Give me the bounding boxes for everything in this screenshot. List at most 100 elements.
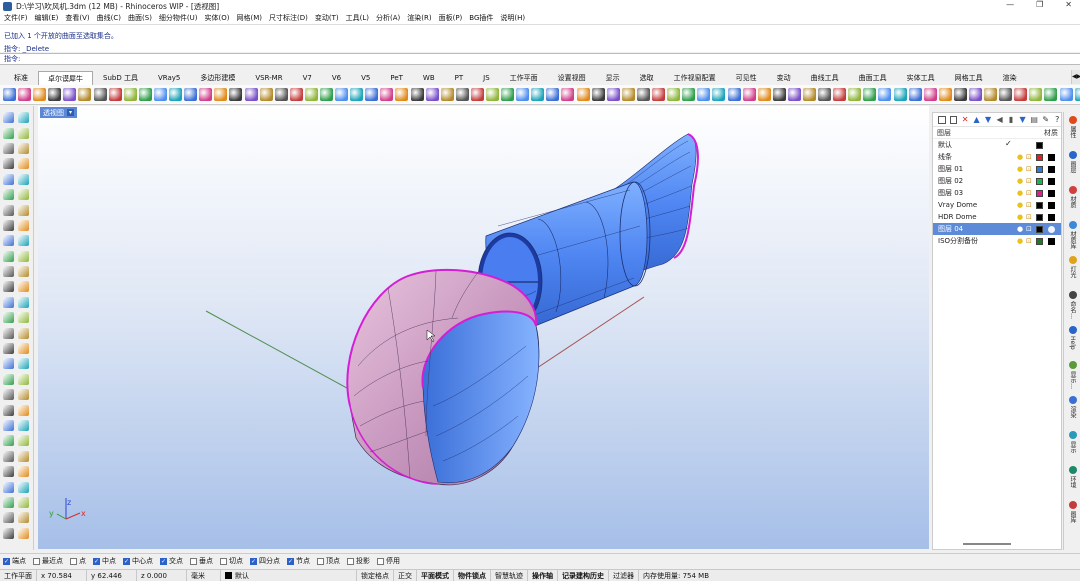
layer-material-swatch[interactable]	[1048, 190, 1055, 197]
osnap-option[interactable]: ✓ 中点	[93, 556, 116, 566]
toolbar-tab[interactable]: SubD 工具	[93, 71, 148, 85]
osnap-checkbox[interactable]	[317, 557, 324, 565]
restore-button[interactable]: ❐	[1036, 0, 1043, 9]
layer-row[interactable]: HDR Dome ● ⊡	[933, 211, 1061, 223]
toolbar-tool-icon[interactable]	[969, 88, 982, 101]
toolbar-tool-icon[interactable]	[425, 88, 439, 101]
status-layer[interactable]: 默认	[221, 569, 357, 581]
status-toggle[interactable]: 过滤器	[609, 569, 639, 581]
toolbar-tool-icon[interactable]	[108, 88, 122, 101]
toolbar-tool-icon[interactable]	[380, 88, 394, 101]
osnap-checkbox[interactable]	[70, 557, 77, 565]
menu-item[interactable]: 尺寸标注(D)	[269, 13, 308, 23]
layer-visibility-bulb-icon[interactable]: ●	[1017, 201, 1023, 209]
side-tool-icon[interactable]	[3, 112, 14, 124]
side-tool-icon[interactable]	[18, 512, 29, 524]
toolbar-tab[interactable]: 设置视图	[548, 71, 596, 85]
osnap-checkbox[interactable]	[377, 557, 384, 565]
toolbar-tool-icon[interactable]	[833, 88, 847, 101]
osnap-option[interactable]: 垂点	[190, 556, 213, 566]
side-tool-icon[interactable]	[3, 158, 14, 170]
side-tool-icon[interactable]	[18, 420, 29, 431]
toolbar-tool-icon[interactable]	[531, 88, 545, 101]
toolbar-tab[interactable]: 多边形建模	[190, 71, 245, 85]
side-tool-icon[interactable]	[18, 312, 29, 324]
side-tool-icon[interactable]	[3, 466, 14, 478]
status-toggle[interactable]: 智慧轨迹	[491, 569, 528, 581]
toolbar-tool-icon[interactable]	[863, 88, 877, 101]
layer-color-swatch[interactable]	[1036, 178, 1043, 185]
side-tool-icon[interactable]	[3, 496, 14, 508]
layer-material-swatch[interactable]	[1048, 214, 1055, 221]
side-tool-icon[interactable]	[3, 512, 14, 524]
new-layer-icon[interactable]	[938, 115, 946, 124]
toolbar-tab[interactable]: JS	[473, 71, 500, 85]
status-units[interactable]: 毫米	[187, 569, 221, 581]
side-tool-icon[interactable]	[3, 250, 14, 262]
side-tool-icon[interactable]	[18, 435, 29, 447]
menu-item[interactable]: 实体(O)	[205, 13, 230, 23]
layer-material-swatch[interactable]	[1048, 202, 1055, 209]
side-tool-icon[interactable]	[3, 173, 14, 185]
toolbar-tool-icon[interactable]	[138, 88, 152, 101]
toolbar-tool-icon[interactable]	[501, 88, 515, 101]
layer-row[interactable]: ISO分割备份 ● ⊡	[933, 235, 1061, 247]
toolbar-tool-icon[interactable]	[712, 88, 726, 101]
toolbar-tool-icon[interactable]	[772, 88, 786, 101]
side-tool-icon[interactable]	[18, 112, 29, 124]
layer-color-swatch[interactable]	[1036, 214, 1043, 221]
toolbar-tool-icon[interactable]	[365, 88, 379, 101]
toolbar-tool-icon[interactable]	[802, 88, 816, 101]
side-tool-icon[interactable]	[18, 173, 29, 185]
layer-color-swatch[interactable]	[1036, 238, 1043, 245]
panel-tab[interactable]: 材质	[1065, 186, 1080, 208]
toolbar-tool-icon[interactable]	[1059, 88, 1073, 101]
status-toggle[interactable]: 正交	[394, 569, 417, 581]
side-tool-icon[interactable]	[18, 496, 29, 508]
layer-tools-icon[interactable]: ▤	[1030, 115, 1038, 124]
layer-lock-icon[interactable]: ⊡	[1026, 153, 1032, 161]
side-tool-icon[interactable]	[18, 142, 29, 154]
toolbar-tab[interactable]: 变动	[767, 71, 801, 85]
menu-item[interactable]: 说明(H)	[500, 13, 525, 23]
panel-tab[interactable]: 命名…	[1065, 291, 1080, 319]
toolbar-tab[interactable]: 标准	[4, 71, 38, 85]
layer-visibility-bulb-icon[interactable]: ●	[1017, 189, 1023, 197]
layer-row[interactable]: 图层 02 ● ⊡	[933, 175, 1061, 187]
toolbar-tool-icon[interactable]	[727, 88, 741, 101]
side-tool-icon[interactable]	[3, 373, 14, 385]
osnap-checkbox[interactable]	[190, 557, 197, 565]
layer-lock-icon[interactable]: ⊡	[1026, 189, 1032, 197]
osnap-option[interactable]: ✓ 节点	[287, 556, 310, 566]
toolbar-tab[interactable]: 曲线工具	[801, 71, 849, 85]
toolbar-tool-icon[interactable]	[621, 88, 635, 101]
side-tool-icon[interactable]	[3, 481, 14, 493]
toolbar-tab[interactable]: PT	[445, 71, 474, 85]
toolbar-tab[interactable]: 曲面工具	[849, 71, 897, 85]
toolbar-tool-icon[interactable]	[3, 88, 16, 101]
toolbar-tool-icon[interactable]	[787, 88, 801, 101]
layer-row[interactable]: 线条 ● ⊡	[933, 151, 1061, 163]
toolbar-tool-icon[interactable]	[304, 88, 318, 101]
panel-tab[interactable]: 属性	[1065, 116, 1080, 138]
filter-icon[interactable]: ▼	[1019, 115, 1027, 124]
osnap-option[interactable]: 点	[70, 556, 86, 566]
toolbar-tool-icon[interactable]	[440, 88, 454, 101]
layer-material-swatch[interactable]	[1048, 154, 1055, 161]
toolbar-tool-icon[interactable]	[576, 88, 590, 101]
toolbar-tool-icon[interactable]	[244, 88, 258, 101]
toolbar-tab[interactable]: 工作视窗配置	[664, 71, 726, 85]
side-tool-icon[interactable]	[3, 312, 14, 324]
layer-row[interactable]: 图层 01 ● ⊡	[933, 163, 1061, 175]
side-tool-icon[interactable]	[18, 358, 29, 370]
toolbar-tool-icon[interactable]	[591, 88, 605, 101]
toolbar-tool-icon[interactable]	[486, 88, 499, 101]
side-tool-icon[interactable]	[18, 450, 29, 462]
layer-lock-icon[interactable]: ⊡	[1026, 225, 1032, 233]
status-cplane[interactable]: 工作平面	[0, 569, 37, 581]
layer-color-swatch[interactable]	[1036, 154, 1043, 161]
panel-tab[interactable]: 灯光	[1065, 256, 1080, 278]
wrench-icon[interactable]: ✎	[1042, 115, 1050, 124]
osnap-checkbox[interactable]: ✓	[160, 557, 167, 565]
toolbar-tool-icon[interactable]	[48, 88, 62, 101]
